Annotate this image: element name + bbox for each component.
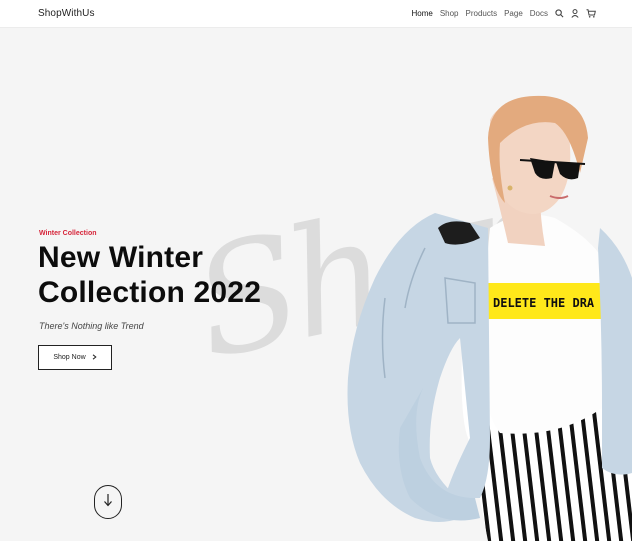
nav-item-page[interactable]: Page	[504, 9, 523, 18]
tshirt-print: DELETE THE DRA	[493, 296, 595, 310]
chevron-right-icon	[92, 353, 97, 362]
hero-title-line2: Collection 2022	[38, 276, 262, 309]
brand-logo[interactable]: ShopWithUs	[38, 8, 95, 19]
nav-item-products[interactable]: Products	[466, 9, 498, 18]
cart-icon[interactable]	[586, 9, 596, 18]
hero-subtitle: There's Nothing like Trend	[39, 321, 144, 331]
top-navbar: ShopWithUs Home Shop Products Page Docs	[0, 0, 632, 28]
shop-now-label: Shop Now	[53, 354, 86, 361]
hero-model-image: DELETE THE DRA	[347, 95, 632, 541]
search-icon[interactable]	[555, 9, 564, 18]
user-icon[interactable]	[571, 9, 579, 18]
hero-banner: Shop DELETE THE DRA Winter Collection Ne…	[0, 28, 632, 541]
nav-item-docs[interactable]: Docs	[530, 9, 548, 18]
nav-item-home[interactable]: Home	[411, 9, 432, 18]
nav-item-shop[interactable]: Shop	[440, 9, 459, 18]
hero-title: New Winter Collection 2022	[38, 240, 261, 310]
shop-now-button[interactable]: Shop Now	[38, 345, 112, 370]
hero-eyebrow: Winter Collection	[39, 230, 97, 237]
hero-title-line1: New Winter	[38, 241, 204, 274]
arrow-down-icon	[103, 493, 113, 512]
scroll-down-button[interactable]	[94, 485, 122, 519]
main-nav: Home Shop Products Page Docs	[411, 9, 596, 18]
